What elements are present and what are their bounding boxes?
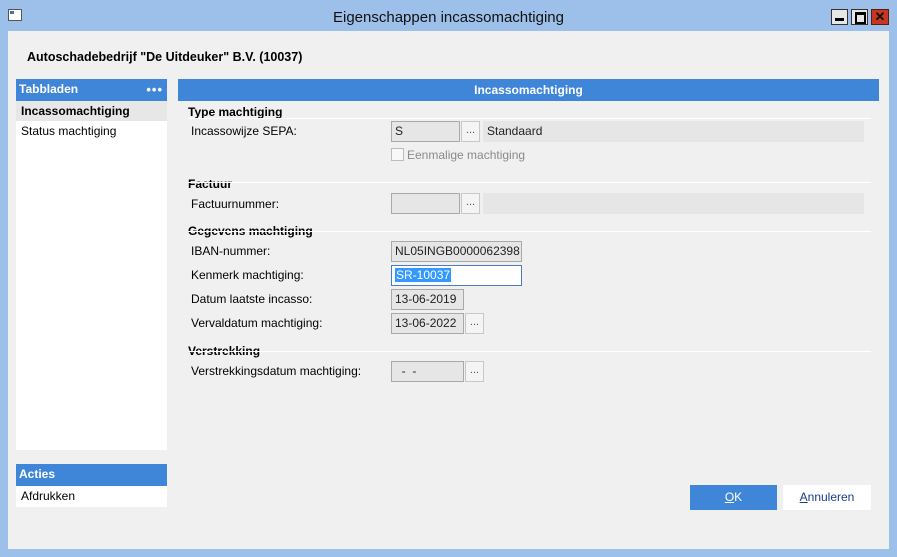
- factuurnummer-field[interactable]: [391, 193, 460, 214]
- main-panel-header: Incassomachtiging: [178, 79, 879, 101]
- incassowijze-code-field[interactable]: S: [391, 121, 460, 142]
- section-divider: [188, 231, 871, 232]
- maximize-button[interactable]: [851, 9, 868, 25]
- verstrekkingsdatum-label: Verstrekkingsdatum machtiging:: [191, 364, 362, 378]
- dialog-window: Eigenschappen incassomachtiging ✕ Autosc…: [0, 0, 897, 557]
- section-title-factuur: Factuur: [188, 177, 233, 191]
- eenmalige-machtiging-label: Eenmalige machtiging: [407, 148, 526, 162]
- cancel-accel: A: [799, 490, 808, 504]
- dialog-body: Autoschadebedrijf "De Uitdeuker" B.V. (1…: [8, 31, 889, 549]
- incassowijze-lookup-button[interactable]: ...: [461, 121, 480, 142]
- tabs-panel: Tabbladen ••• Incassomachtiging Status m…: [16, 79, 167, 450]
- vervaldatum-field[interactable]: 13-06-2022: [391, 313, 464, 334]
- more-options-icon[interactable]: •••: [146, 79, 163, 100]
- factuurnummer-description-field: [483, 193, 864, 214]
- kenmerk-input[interactable]: SR-10037: [391, 265, 522, 286]
- tab-status-machtiging[interactable]: Status machtiging: [16, 121, 167, 141]
- minimize-button[interactable]: [831, 9, 848, 25]
- iban-field[interactable]: NL05INGB0000062398: [391, 241, 522, 262]
- factuurnummer-lookup-button[interactable]: ...: [461, 193, 480, 214]
- company-name: Autoschadebedrijf "De Uitdeuker" B.V. (1…: [27, 50, 303, 64]
- eenmalige-machtiging-option[interactable]: Eenmalige machtiging: [391, 148, 525, 162]
- incassowijze-label: Incassowijze SEPA:: [191, 124, 297, 138]
- laatste-incasso-field[interactable]: 13-06-2019: [391, 289, 464, 310]
- ok-label: K: [734, 490, 743, 504]
- verstrekkingsdatum-field[interactable]: - -: [391, 361, 464, 382]
- close-button[interactable]: ✕: [871, 9, 889, 25]
- window-title: Eigenschappen incassomachtiging: [333, 9, 564, 26]
- ok-accel: O: [724, 490, 735, 504]
- section-title-type: Type machtiging: [188, 105, 283, 119]
- close-icon: ✕: [874, 9, 886, 24]
- cancel-label: nnuleren: [807, 490, 855, 504]
- vervaldatum-picker-button[interactable]: ...: [465, 313, 484, 334]
- actions-panel: Acties Afdrukken: [16, 464, 167, 507]
- kenmerk-selected-text: SR-10037: [395, 268, 452, 282]
- iban-label: IBAN-nummer:: [191, 244, 271, 258]
- incassowijze-description-field: Standaard: [483, 121, 864, 142]
- tab-incassomachtiging[interactable]: Incassomachtiging: [16, 101, 167, 121]
- section-divider: [188, 182, 871, 183]
- eenmalige-machtiging-checkbox[interactable]: [391, 148, 404, 161]
- tabs-panel-title: Tabbladen: [19, 82, 79, 96]
- vervaldatum-label: Vervaldatum machtiging:: [191, 316, 323, 330]
- action-afdrukken[interactable]: Afdrukken: [16, 486, 167, 506]
- tabs-panel-header: Tabbladen •••: [16, 79, 167, 101]
- title-bar[interactable]: Eigenschappen incassomachtiging ✕: [0, 0, 897, 31]
- verstrekkingsdatum-picker-button[interactable]: ...: [465, 361, 484, 382]
- ok-button[interactable]: OK: [690, 485, 777, 510]
- actions-panel-header: Acties: [16, 464, 167, 486]
- kenmerk-label: Kenmerk machtiging:: [191, 268, 304, 282]
- laatste-incasso-label: Datum laatste incasso:: [191, 292, 313, 306]
- cancel-button[interactable]: Annuleren: [783, 485, 871, 510]
- section-divider: [188, 351, 871, 352]
- factuurnummer-label: Factuurnummer:: [191, 197, 280, 211]
- section-divider: [188, 118, 871, 119]
